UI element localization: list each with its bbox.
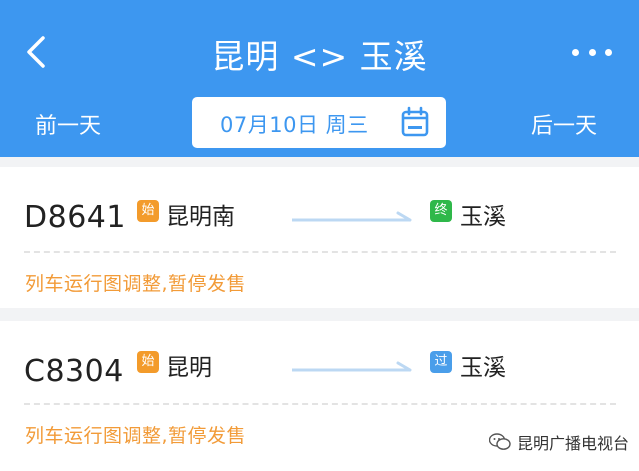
from-station: 昆明 — [166, 355, 212, 381]
end-badge: 终 — [430, 200, 452, 222]
watermark: 昆明广播电视台 — [489, 430, 629, 454]
next-day-button[interactable]: 后一天 — [531, 108, 597, 140]
prev-day-button[interactable]: 前一天 — [35, 108, 101, 140]
more-button[interactable] — [572, 40, 612, 64]
arrow-right-icon — [292, 211, 412, 222]
more-dots-icon — [588, 48, 596, 56]
train-number: C8304 — [24, 354, 124, 389]
calendar-icon — [401, 106, 429, 137]
more-dots-icon — [572, 48, 579, 56]
to-station: 玉溪 — [460, 204, 506, 230]
watermark-text: 昆明广播电视台 — [517, 434, 630, 453]
wechat-icon — [489, 433, 511, 450]
page-title: 昆明 <> 玉溪 — [211, 37, 428, 76]
more-dots-icon — [605, 48, 612, 56]
from-station: 昆明南 — [166, 204, 235, 230]
train-number: D8641 — [24, 200, 126, 235]
to-station: 玉溪 — [460, 355, 506, 381]
sale-notice: 列车运行图调整,暂停发售 — [25, 425, 247, 447]
start-badge: 始 — [137, 351, 159, 373]
pass-badge: 过 — [430, 351, 452, 373]
date-label: 07月10日 周三 — [220, 113, 369, 137]
top-bar: 昆明 <> 玉溪 前一天 07月10日 周三 后一天 — [0, 0, 639, 157]
arrow-right-icon — [292, 361, 412, 372]
start-badge: 始 — [137, 200, 159, 222]
divider — [24, 251, 616, 253]
sale-notice: 列车运行图调整,暂停发售 — [25, 273, 247, 295]
train-card[interactable]: D8641 始 昆明南 终 玉溪 列车运行图调整,暂停发售 — [0, 167, 639, 308]
date-picker[interactable]: 07月10日 周三 — [192, 97, 446, 148]
divider — [24, 403, 616, 405]
